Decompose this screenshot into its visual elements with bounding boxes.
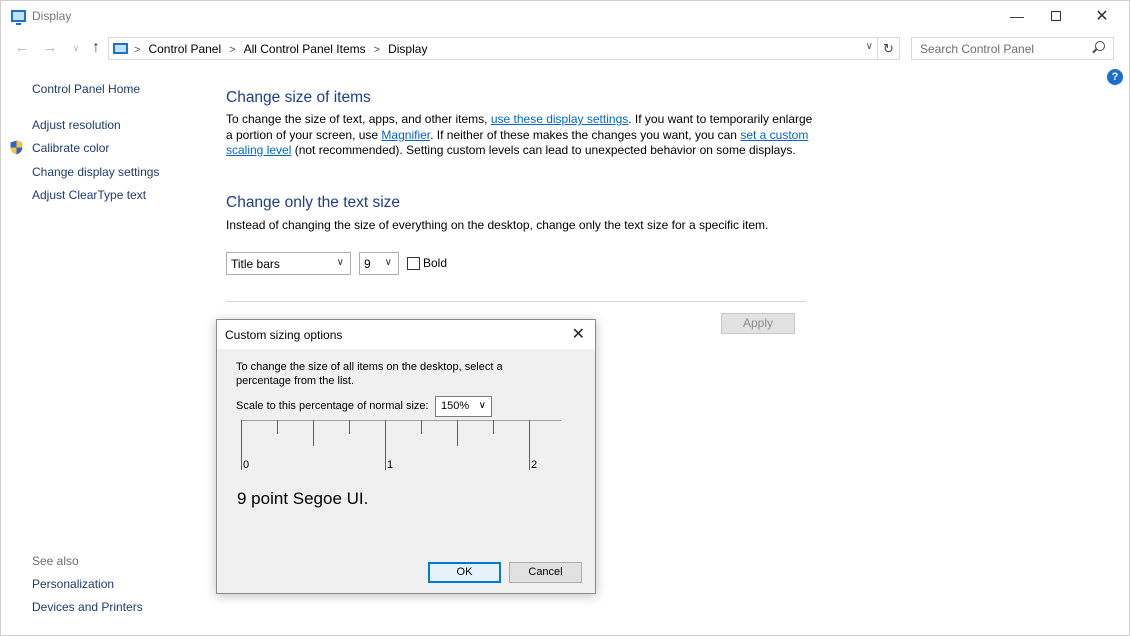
chevron-down-icon: ∨ — [478, 400, 486, 411]
monitor-icon — [11, 10, 26, 25]
up-arrow-icon[interactable]: ↑ — [87, 39, 105, 57]
see-also-label: See also — [32, 554, 79, 568]
description-text: (not recommended). Setting custom levels… — [291, 143, 796, 157]
breadcrumb-separator-icon: > — [229, 44, 236, 56]
bold-checkbox[interactable] — [407, 257, 420, 270]
scale-percentage-select[interactable]: 150% ∨ — [435, 396, 492, 417]
section-description-change-size: To change the size of text, apps, and ot… — [226, 112, 816, 159]
cancel-button[interactable]: Cancel — [509, 562, 582, 583]
help-icon[interactable]: ? — [1107, 69, 1123, 85]
divider — [226, 301, 806, 302]
ruler-tick — [493, 420, 494, 434]
chevron-down-icon: ∨ — [384, 257, 392, 268]
sidebar-link-adjust-cleartype[interactable]: Adjust ClearType text — [32, 188, 146, 202]
ruler-tick — [529, 420, 530, 470]
dialog-close-button[interactable]: ✕ — [572, 324, 585, 344]
search-box — [911, 37, 1114, 60]
sidebar-link-personalization[interactable]: Personalization — [32, 577, 114, 591]
maximize-button[interactable] — [1033, 1, 1079, 32]
sidebar-link-adjust-resolution[interactable]: Adjust resolution — [32, 118, 121, 132]
recent-locations-chevron-icon[interactable]: ∨ — [67, 39, 85, 57]
dialog-title-bar: Custom sizing options ✕ — [217, 320, 595, 349]
breadcrumb-display[interactable]: Display — [388, 42, 427, 56]
display-settings-link[interactable]: use these display settings — [491, 112, 628, 126]
ruler-tick — [421, 420, 422, 434]
ruler-tick — [313, 420, 314, 446]
dialog-instructions: To change the size of all items on the d… — [236, 361, 503, 387]
address-bar[interactable]: > Control Panel > All Control Panel Items > D… — [108, 37, 878, 60]
ruler-tick — [241, 420, 242, 470]
breadcrumb-separator-icon: > — [373, 44, 381, 56]
ok-button[interactable]: OK — [428, 562, 501, 583]
ruler-label: 1 — [387, 459, 394, 471]
breadcrumb: > Control Panel > All Control Panel Items > D… — [134, 42, 427, 56]
breadcrumb-all-items[interactable]: All Control Panel Items — [244, 42, 366, 56]
close-button[interactable]: ✕ — [1079, 1, 1125, 32]
item-select[interactable]: Title bars ∨ — [226, 252, 351, 275]
control-panel-icon — [113, 43, 128, 54]
section-title-change-size: Change size of items — [226, 89, 371, 106]
title-bar: Display — ✕ — [1, 1, 1129, 32]
breadcrumb-separator-icon: > — [134, 44, 141, 56]
magnifier-link[interactable]: Magnifier — [381, 128, 430, 142]
display-window: Display — ✕ ← → ∨ ↑ > Control Panel > All C… — [0, 0, 1130, 636]
window-title: Display — [32, 9, 72, 23]
description-text: . If neither of these makes the changes … — [430, 127, 741, 142]
refresh-button[interactable]: ↻ — [878, 37, 900, 60]
section-title-text-size: Change only the text size — [226, 194, 401, 211]
back-arrow-icon[interactable]: ← — [13, 39, 31, 57]
dialog-title: Custom sizing options — [225, 328, 343, 342]
ruler-tick — [385, 420, 386, 470]
sidebar-link-control-panel-home[interactable]: Control Panel Home — [32, 82, 140, 96]
scale-ruler[interactable]: 0 1 2 — [241, 420, 563, 472]
font-sample-text: 9 point Segoe UI. — [237, 489, 369, 508]
item-select-value: Title bars — [231, 257, 280, 271]
search-icon[interactable] — [1095, 41, 1105, 51]
scale-percentage-label: Scale to this percentage of normal size: — [236, 400, 429, 412]
font-size-select[interactable]: 9 ∨ — [359, 252, 399, 275]
apply-button[interactable]: Apply — [721, 313, 795, 334]
ruler-label: 2 — [531, 459, 538, 471]
scale-percentage-value: 150% — [441, 400, 470, 412]
sidebar-link-devices-printers[interactable]: Devices and Printers — [32, 600, 143, 614]
custom-sizing-dialog: Custom sizing options ✕ To change the si… — [216, 319, 596, 594]
ruler-label: 0 — [243, 459, 250, 471]
forward-arrow-icon[interactable]: → — [41, 39, 59, 57]
description-text: To change the size of text, apps, and ot… — [226, 112, 491, 126]
ruler-tick — [277, 420, 278, 434]
font-size-select-value: 9 — [364, 257, 371, 271]
uac-shield-icon — [10, 140, 23, 155]
maximize-icon — [1051, 10, 1061, 21]
address-dropdown-chevron-icon[interactable]: ∨ — [866, 41, 873, 52]
section-description-text-size: Instead of changing the size of everythi… — [226, 218, 769, 232]
navigation-bar: ← → ∨ ↑ > Control Panel > All Control Panel… — [1, 32, 1129, 64]
ruler-tick — [457, 420, 458, 446]
ruler-tick — [349, 420, 350, 434]
ruler-baseline — [241, 420, 561, 421]
search-input[interactable] — [912, 38, 1082, 59]
sidebar-link-calibrate-color[interactable]: Calibrate color — [32, 141, 109, 155]
chevron-down-icon: ∨ — [336, 257, 344, 268]
bold-checkbox-label[interactable]: Bold — [423, 256, 447, 270]
breadcrumb-control-panel[interactable]: Control Panel — [148, 42, 221, 56]
sidebar-link-change-display-settings[interactable]: Change display settings — [32, 165, 159, 179]
